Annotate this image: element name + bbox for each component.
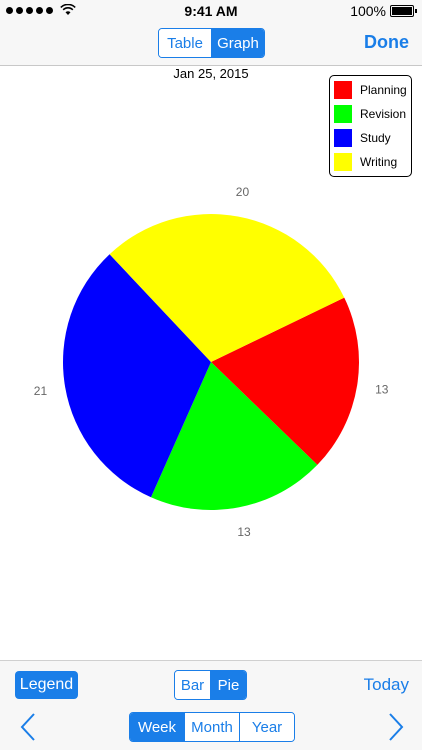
pie-label-planning: 13	[375, 382, 389, 396]
segment-bar[interactable]: Bar	[175, 671, 210, 699]
chevron-right-icon[interactable]	[380, 712, 410, 742]
pie-label-study: 21	[34, 384, 48, 398]
period-toolbar: Week Month Year	[0, 708, 422, 750]
segment-month[interactable]: Month	[184, 713, 239, 741]
pie-label-revision: 13	[237, 525, 251, 539]
segment-week[interactable]: Week	[130, 713, 184, 741]
chart-type-segmented-control: Bar Pie	[174, 670, 247, 700]
pie-label-writing: 20	[236, 185, 250, 199]
chevron-left-icon[interactable]	[14, 712, 44, 742]
segment-pie[interactable]: Pie	[210, 671, 246, 699]
period-segmented-control: Week Month Year	[129, 712, 295, 742]
pie-chart: 13 13 21 20	[34, 185, 389, 539]
segment-year[interactable]: Year	[239, 713, 294, 741]
legend-button[interactable]: Legend	[15, 671, 78, 699]
chart-toolbar: Legend Bar Pie Today	[0, 660, 422, 709]
today-button[interactable]: Today	[364, 675, 409, 695]
